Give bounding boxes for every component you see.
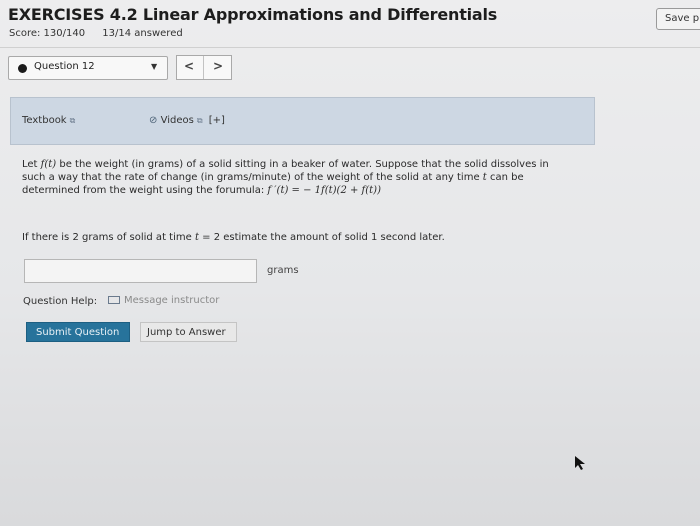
save-button[interactable]: Save p xyxy=(656,8,700,30)
question-help-label: Question Help: xyxy=(23,296,98,307)
mouse-pointer-icon xyxy=(575,455,587,474)
envelope-icon xyxy=(108,296,120,304)
chevron-down-icon: ▼ xyxy=(151,62,158,71)
next-question-button[interactable]: > xyxy=(213,59,223,73)
videos-expand-toggle[interactable]: [+] xyxy=(209,115,225,126)
videos-link[interactable]: ⊘ Videos ⧉ [+] xyxy=(149,115,225,126)
question-text-part: such a way that the rate of change (in g… xyxy=(22,172,483,183)
external-link-icon: ⧉ xyxy=(196,116,203,125)
question-text: Let f(t) be the weight (in grams) of a s… xyxy=(22,158,592,197)
question-text-part: If there is 2 grams of solid at time xyxy=(22,232,195,243)
question-text-part: be the weight (in grams) of a solid sitt… xyxy=(56,159,549,170)
formula: f ′(t) = − 1f(t)(2 + f(t)) xyxy=(267,185,381,196)
score-text: Score: 130/140 xyxy=(9,28,86,39)
question-select[interactable]: Question 12 ▼ xyxy=(8,56,168,80)
answer-input[interactable] xyxy=(24,259,257,283)
page-title: EXERCISES 4.2 Linear Approximations and … xyxy=(8,5,498,24)
question-text-part: determined from the weight using the for… xyxy=(22,185,268,196)
header-divider xyxy=(0,47,700,48)
submit-question-button[interactable]: Submit Question xyxy=(26,322,130,342)
nav-divider xyxy=(203,56,204,79)
math-expression: f(t) xyxy=(40,159,57,170)
message-instructor-label: Message instructor xyxy=(124,295,220,306)
question-text-part: can be xyxy=(486,172,524,183)
units-label: grams xyxy=(267,265,299,276)
textbook-link[interactable]: Textbook ⧉ xyxy=(22,115,75,126)
score-summary: Score: 130/140 13/14 answered xyxy=(9,28,197,39)
videos-label: Videos xyxy=(160,115,194,126)
question-text-part: Let xyxy=(22,159,41,170)
video-icon: ⊘ xyxy=(149,115,158,126)
question-nav: < > xyxy=(176,55,232,80)
question-text-part: = 2 estimate the amount of solid 1 secon… xyxy=(198,232,445,243)
textbook-label: Textbook xyxy=(22,115,67,126)
question-prompt: If there is 2 grams of solid at time t =… xyxy=(22,232,445,243)
resources-panel: Textbook ⧉ ⊘ Videos ⧉ [+] xyxy=(10,97,595,145)
status-dot-icon xyxy=(18,64,27,73)
answered-text: 13/14 answered xyxy=(102,28,183,39)
message-instructor-link[interactable]: Message instructor xyxy=(108,295,219,306)
jump-to-answer-button[interactable]: Jump to Answer xyxy=(140,322,237,342)
question-select-label: Question 12 xyxy=(34,61,95,72)
external-link-icon: ⧉ xyxy=(69,116,76,125)
previous-question-button[interactable]: < xyxy=(184,59,194,73)
